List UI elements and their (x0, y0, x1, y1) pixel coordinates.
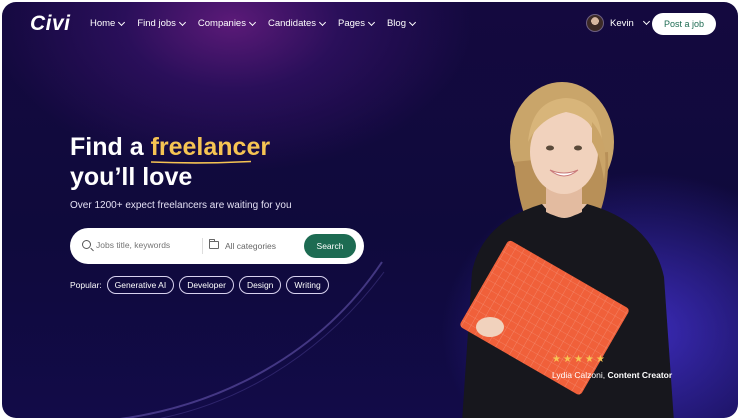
chevron-down-icon (318, 18, 327, 26)
highlight-underline (150, 160, 251, 164)
hero-subline: Over 1200+ expect freelancers are waitin… (70, 200, 292, 211)
keyword-input[interactable] (96, 240, 196, 250)
nav-item-find-jobs[interactable]: Find jobs (137, 18, 186, 29)
hero-section: Civi Home Find jobs Companies Candidates… (2, 2, 738, 418)
hero-headline: Find a freelancer you’ll love (70, 132, 270, 192)
category-select[interactable]: All categories (225, 241, 276, 251)
search-icon (82, 240, 91, 249)
headline-highlight: freelancer (150, 133, 271, 164)
star-icon: ★ (584, 354, 594, 365)
user-menu[interactable]: Kevin (586, 14, 650, 32)
star-icon: ★ (573, 354, 583, 365)
author-name: Lydia Calzoni (552, 370, 603, 380)
star-icon: ★ (562, 354, 572, 365)
popular-tags: Popular: Generative AI Developer Design … (70, 276, 334, 294)
chevron-down-icon (642, 17, 650, 26)
search-button[interactable]: Search (304, 234, 356, 258)
chevron-down-icon (118, 18, 126, 26)
testimonial-author: Lydia Calzoni, Content Creator (552, 370, 673, 380)
post-job-button[interactable]: Post a job (652, 13, 716, 35)
top-nav: Civi Home Find jobs Companies Candidates… (2, 2, 738, 46)
tag-writing[interactable]: Writing (286, 276, 329, 294)
star-icon: ★ (595, 354, 605, 365)
nav-item-pages[interactable]: Pages (338, 18, 376, 29)
star-icon: ★ (552, 354, 561, 365)
chevron-down-icon (248, 18, 257, 26)
nav-item-label: Pages (338, 18, 365, 29)
chevron-down-icon (367, 18, 376, 26)
chevron-down-icon (178, 18, 186, 26)
search-divider (202, 238, 203, 254)
star-rating: ★ ★ ★ ★ ★ (552, 354, 605, 365)
tag-generative-ai[interactable]: Generative AI (106, 276, 175, 294)
headline-prefix: Find a (70, 133, 151, 161)
popular-label: Popular: (70, 280, 102, 290)
nav-item-label: Candidates (267, 18, 317, 29)
folder-icon (209, 239, 219, 249)
nav-item-label: Find jobs (137, 18, 176, 29)
main-menu: Home Find jobs Companies Candidates Page… (90, 18, 428, 29)
user-name: Kevin (610, 17, 634, 29)
avatar (586, 14, 604, 32)
tag-design[interactable]: Design (238, 276, 282, 294)
headline-highlight-text: freelancer (150, 133, 271, 161)
nav-item-label: Home (90, 18, 116, 29)
logo[interactable]: Civi (30, 12, 71, 36)
hero-person-image (460, 82, 674, 418)
nav-item-candidates[interactable]: Candidates (267, 18, 327, 29)
nav-item-companies[interactable]: Companies (197, 18, 257, 29)
nav-item-blog[interactable]: Blog (386, 18, 417, 29)
nav-item-home[interactable]: Home (90, 18, 126, 29)
nav-item-label: Blog (386, 18, 406, 29)
headline-line2: you’ll love (70, 163, 193, 191)
nav-item-label: Companies (197, 18, 246, 29)
tag-developer[interactable]: Developer (179, 276, 234, 294)
chevron-down-icon (408, 18, 417, 26)
search-bar: All categories Search (70, 228, 364, 264)
author-role: Content Creator (607, 370, 673, 380)
